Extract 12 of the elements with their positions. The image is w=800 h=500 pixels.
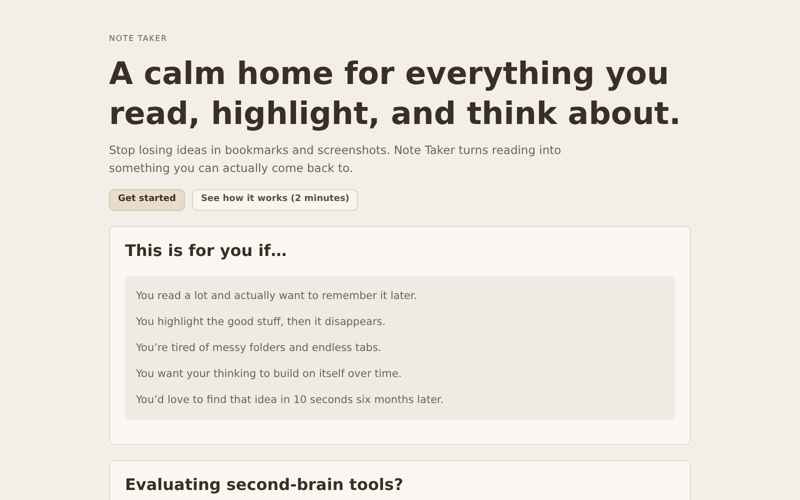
checklist-item: You’re tired of messy folders and endless tabs. [136,341,382,356]
headline: A calm home for everything you read, highlight, and think about. [109,55,682,134]
eyebrow-label: NOTE TAKER [109,33,168,45]
section-title: Evaluating second-brain tools? [125,474,404,496]
intro-text: Stop losing ideas in bookmarks and screenshots. Note Taker turns reading into something you can actually come back to. [109,142,562,177]
get-started-button[interactable]: Get started [109,189,185,211]
checklist-item: You’d love to find that idea in 10 seconds six months later. [136,393,445,408]
secondary-button[interactable]: See how it works (2 minutes) [192,189,358,211]
checklist-item: You want your thinking to build on itself over time. [136,367,403,382]
checklist-item: You read a lot and actually want to remember it later. [136,289,418,304]
checklist-item: You highlight the good stuff, then it disappears. [136,315,387,330]
section-title: This is for you if… [125,240,288,262]
